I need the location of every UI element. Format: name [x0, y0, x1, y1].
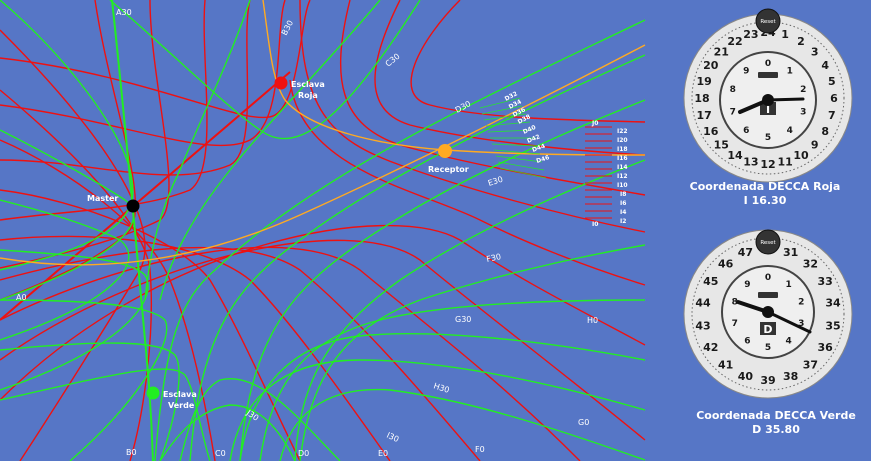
dial-number: 45 [703, 275, 718, 288]
dial-number: 36 [818, 341, 834, 354]
lane-label: I0 [592, 221, 598, 228]
dial-number: 11 [777, 156, 792, 169]
dial-green-caption: Coordenada DECCA Verde [696, 409, 856, 422]
lane-label: I4 [620, 209, 626, 216]
dial-number: 8 [730, 85, 736, 95]
dial-number: 2 [800, 85, 806, 95]
receiver-marker [438, 144, 452, 158]
lane-label: I14 [617, 164, 628, 171]
dial-number: 19 [697, 75, 712, 88]
dial-number: 18 [694, 92, 709, 105]
dial-green-value: D 35.80 [752, 423, 800, 436]
master-marker [126, 199, 140, 213]
reset-label: Reset [760, 240, 776, 246]
label-d0: D0 [298, 449, 309, 458]
dial-number: 1 [785, 280, 791, 290]
dial-number: 7 [732, 319, 738, 329]
dial-green-letter: D [763, 323, 772, 336]
dial-number: 8 [821, 125, 829, 138]
lane-label: I10 [617, 182, 628, 189]
red-slave-label: Roja [298, 91, 318, 100]
dial-number: 5 [765, 343, 771, 353]
label-e0: E0 [378, 449, 388, 458]
lane-label: J0 [591, 120, 598, 127]
dial-number: 6 [830, 92, 838, 105]
dial-number: 44 [695, 297, 711, 310]
dial-number: 6 [743, 126, 749, 136]
lane-label: I2 [620, 218, 626, 225]
label-h0: H0 [587, 316, 598, 325]
decca-diagram: A30 A0 B30 B0 C30 C0 D30 D0 E30 E0 F30 F… [0, 0, 871, 461]
master-label: Master [87, 194, 118, 203]
dial-number: 4 [787, 126, 793, 136]
receiver-label: Receptor [428, 165, 469, 174]
green-slave-marker [146, 386, 160, 400]
lane-label: I22 [617, 128, 628, 135]
dial-number: 1 [781, 28, 789, 41]
dial-number: 0 [765, 59, 771, 69]
label-a30: A30 [116, 8, 132, 17]
dial-number: 7 [730, 108, 736, 118]
dial-number: 2 [797, 35, 805, 48]
dial-number: 12 [760, 158, 775, 171]
dial-green: 303132333435363738394041424344454647 012… [683, 229, 853, 399]
dial-number: 4 [821, 59, 829, 72]
dial-red-caption: Coordenada DECCA Roja [690, 180, 841, 193]
lane-label: I6 [620, 200, 626, 207]
label-a0: A0 [16, 293, 27, 302]
dial-red-value: I 16.30 [744, 194, 787, 207]
dial-number: 13 [743, 156, 758, 169]
dial-number: 10 [793, 149, 809, 162]
lane-label: I16 [617, 155, 628, 162]
dial-number: 47 [738, 246, 753, 259]
dial-number: 39 [760, 374, 775, 387]
dial-number: 46 [718, 257, 734, 270]
red-slave-label: Esclava [291, 80, 325, 89]
lane-label: I20 [617, 137, 628, 144]
label-f0: F0 [475, 445, 485, 454]
label-g0: G0 [578, 418, 589, 427]
dial-number: 6 [744, 337, 750, 347]
dial-number: 9 [811, 139, 819, 152]
lane-label: I8 [620, 191, 626, 198]
dial-number: 42 [703, 341, 718, 354]
lane-label: I18 [617, 146, 628, 153]
dial-number: 34 [825, 297, 841, 310]
dial-number: 5 [765, 133, 771, 143]
dial-number: 37 [803, 359, 818, 372]
dial-number: 31 [783, 246, 798, 259]
dial-number: 0 [765, 273, 771, 283]
dial-number: 3 [811, 45, 819, 58]
dial-number: 23 [743, 28, 758, 41]
dial-number: 33 [818, 275, 833, 288]
dial-number: 9 [743, 66, 749, 76]
lane-label: I12 [617, 173, 628, 180]
green-slave-label: Verde [168, 401, 195, 410]
red-slave-marker [274, 76, 288, 90]
dial-number: 9 [744, 280, 750, 290]
dial-number: 41 [718, 359, 733, 372]
dial-number: 7 [828, 109, 836, 122]
dial-number: 20 [703, 59, 719, 72]
dial-number: 5 [828, 75, 836, 88]
dial-number: 14 [727, 149, 743, 162]
dial-number: 38 [783, 370, 798, 383]
dial-number: 22 [727, 35, 742, 48]
reset-label: Reset [760, 19, 776, 25]
label-c0: C0 [215, 449, 226, 458]
dial-number: 3 [800, 108, 806, 118]
dial-number: 17 [697, 109, 712, 122]
dial-number: 1 [787, 66, 793, 76]
dial-number: 40 [738, 370, 754, 383]
dial-number: 4 [785, 337, 791, 347]
label-b0: B0 [126, 448, 137, 457]
label-g30: G30 [455, 315, 471, 324]
dial-number: 2 [798, 297, 804, 307]
dial-number: 32 [803, 257, 818, 270]
dial-number: 35 [825, 319, 840, 332]
dial-number: 16 [703, 125, 719, 138]
green-slave-label: Esclava [163, 390, 197, 399]
dial-number: 43 [695, 319, 710, 332]
dial-number: 15 [714, 139, 729, 152]
